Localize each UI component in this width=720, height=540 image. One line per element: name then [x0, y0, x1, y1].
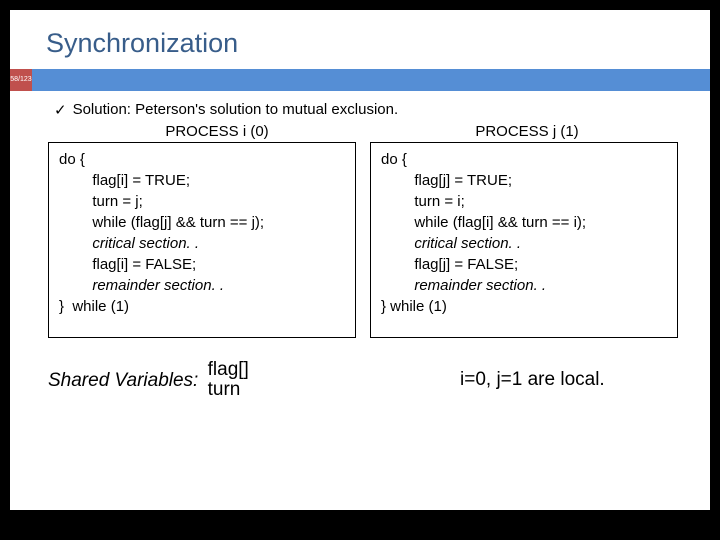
process-i-header: PROCESS i (0)	[42, 123, 352, 140]
code-line: flag[j] = TRUE;	[381, 172, 512, 189]
bullet-text: Solution: Peterson's solution to mutual …	[73, 101, 399, 118]
slide-content: ✓ Solution: Peterson's solution to mutua…	[10, 91, 710, 401]
code-line: do {	[381, 151, 407, 168]
shared-variables: Shared Variables: flag[] turn	[42, 360, 402, 402]
shared-var-1: flag[]	[208, 360, 249, 381]
slide-title: Synchronization	[10, 10, 710, 69]
shared-label: Shared Variables:	[48, 369, 198, 390]
code-row: do { flag[i] = TRUE; turn = j; while (fl…	[42, 142, 690, 338]
code-line: while (flag[j] && turn == j);	[59, 214, 264, 231]
footer-row: Shared Variables: flag[] turn i=0, j=1 a…	[42, 360, 690, 402]
process-j-header: PROCESS j (1)	[352, 123, 662, 140]
code-line: turn = i;	[381, 193, 465, 210]
code-line: flag[j] = FALSE;	[381, 256, 518, 273]
process-i-code: do { flag[i] = TRUE; turn = j; while (fl…	[48, 142, 356, 338]
code-line: while (flag[i] && turn == i);	[381, 214, 586, 231]
local-vars-note: i=0, j=1 are local.	[402, 369, 605, 391]
code-line: remainder section. .	[59, 277, 224, 294]
process-headers: PROCESS i (0) PROCESS j (1)	[42, 123, 690, 140]
code-line: turn = j;	[59, 193, 143, 210]
check-icon: ✓	[54, 101, 67, 121]
accent-bar: 58/123	[10, 69, 710, 91]
code-line: } while (1)	[59, 298, 129, 315]
shared-vars-stack: flag[] turn	[208, 360, 249, 402]
shared-var-2: turn	[208, 380, 249, 401]
page-number-badge: 58/123	[10, 69, 32, 91]
code-line: critical section. .	[59, 235, 199, 252]
slide: Synchronization 58/123 ✓ Solution: Peter…	[10, 10, 710, 510]
bullet-line: ✓ Solution: Peterson's solution to mutua…	[54, 101, 690, 121]
process-j-code: do { flag[j] = TRUE; turn = i; while (fl…	[370, 142, 678, 338]
code-line: remainder section. .	[381, 277, 546, 294]
code-line: do {	[59, 151, 85, 168]
code-line: flag[i] = FALSE;	[59, 256, 196, 273]
code-line: critical section. .	[381, 235, 521, 252]
code-line: } while (1)	[381, 298, 447, 315]
code-line: flag[i] = TRUE;	[59, 172, 190, 189]
